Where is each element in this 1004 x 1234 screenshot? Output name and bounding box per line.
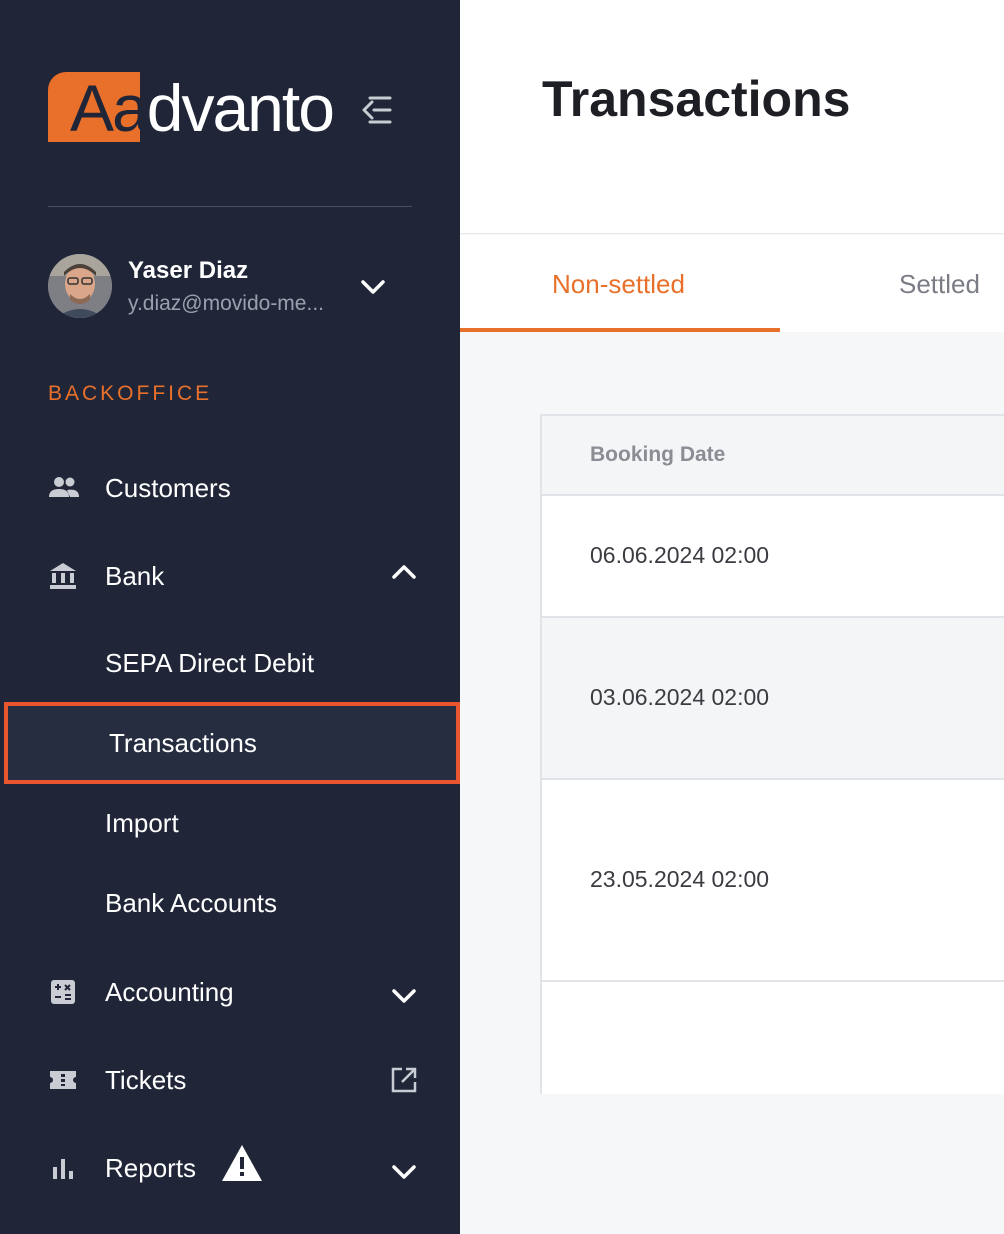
bank-icon [48, 561, 78, 591]
logo-text-rest: dvanto [146, 71, 335, 145]
page-header: Transactions [460, 0, 1004, 234]
external-link-icon[interactable] [389, 1065, 419, 1095]
sidebar-divider [48, 206, 412, 207]
sidebar-item-label: Accounting [105, 977, 234, 1007]
bar-chart-icon [48, 1153, 78, 1183]
table-row[interactable]: 23.05.2024 02:00 [542, 780, 1004, 982]
sidebar-item-label: Bank Accounts [105, 888, 277, 918]
user-name: Yaser Diaz [128, 257, 249, 284]
collapse-sidebar-icon[interactable] [350, 90, 394, 130]
column-header-booking-date[interactable]: Booking Date [590, 443, 725, 467]
sidebar-item-label: Reports [105, 1153, 197, 1183]
sidebar-item-label: Transactions [109, 728, 257, 758]
ticket-icon [48, 1065, 78, 1095]
tab-label: Non-settled [552, 269, 685, 299]
sidebar-item-tickets[interactable]: Tickets [0, 1051, 460, 1107]
sidebar-item-label: Tickets [105, 1065, 187, 1095]
chevron-down-icon[interactable] [389, 1157, 419, 1187]
sidebar-item-sepa-direct-debit[interactable]: SEPA Direct Debit [0, 633, 460, 693]
sidebar-item-customers[interactable]: Customers [0, 459, 460, 515]
section-label-backoffice: BACKOFFICE [48, 382, 213, 405]
user-email: y.diaz@movido-me... [128, 292, 324, 315]
table-row[interactable]: 06.06.2024 02:00 [542, 496, 1004, 618]
logo-text-first: Aa [70, 71, 149, 145]
chevron-up-icon[interactable] [389, 557, 419, 587]
people-icon [48, 473, 79, 503]
avatar [48, 254, 112, 318]
sidebar-item-reports[interactable]: Reports [0, 1139, 460, 1195]
warning-icon [220, 1143, 264, 1183]
user-profile[interactable]: Yaser Diaz y.diaz@movido-me... [48, 254, 418, 320]
sidebar-item-import[interactable]: Import [0, 793, 460, 853]
table-header: Booking Date [542, 416, 1004, 496]
chevron-down-icon[interactable] [358, 272, 388, 302]
tab-bar: Non-settled Settled [460, 235, 1004, 332]
sidebar-item-accounting[interactable]: Accounting [0, 963, 460, 1019]
sidebar-item-label: Import [105, 808, 179, 838]
page-title: Transactions [542, 71, 851, 127]
calculator-icon [48, 977, 78, 1007]
tab-non-settled[interactable]: Non-settled [460, 235, 780, 332]
sidebar-item-label: Customers [105, 473, 231, 503]
tab-settled[interactable]: Settled [860, 235, 1004, 332]
booking-date-cell: 03.06.2024 02:00 [590, 684, 770, 710]
chevron-down-icon[interactable] [389, 981, 419, 1011]
booking-date-cell: 23.05.2024 02:00 [590, 866, 770, 892]
table-row[interactable]: 03.06.2024 02:00 [542, 618, 1004, 780]
booking-date-cell: 06.06.2024 02:00 [590, 542, 770, 568]
tab-label: Settled [899, 269, 980, 299]
brand-logo[interactable]: Aadvanto [48, 71, 335, 145]
sidebar: Aadvanto Yaser Diaz y.diaz@movido-me... [0, 0, 460, 1234]
sidebar-item-label: SEPA Direct Debit [105, 648, 315, 678]
sidebar-item-bank[interactable]: Bank [0, 547, 460, 603]
sidebar-item-label: Bank [105, 561, 165, 591]
sidebar-item-bank-accounts[interactable]: Bank Accounts [0, 873, 460, 933]
tab-underline [460, 328, 780, 332]
transactions-table: Booking Date 06.06.2024 02:00 03.06.2024… [540, 414, 1004, 1094]
sidebar-item-transactions[interactable]: Transactions [4, 702, 460, 784]
